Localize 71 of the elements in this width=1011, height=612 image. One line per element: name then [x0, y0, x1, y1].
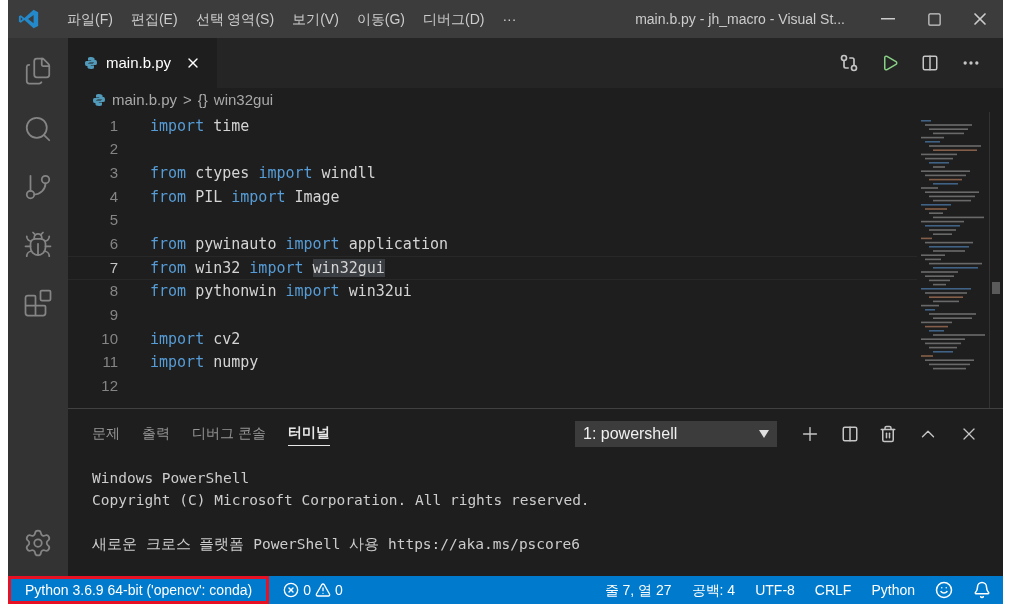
- menu-item[interactable]: 파일(F): [58, 8, 122, 30]
- menu-item[interactable]: 이동(G): [347, 8, 414, 30]
- menu-item[interactable]: 편집(E): [121, 8, 187, 30]
- line-number: 7: [108, 257, 118, 278]
- warning-icon: [314, 582, 331, 598]
- app-logo-icon: [18, 8, 40, 30]
- menu-item[interactable]: 디버그(D): [414, 8, 494, 30]
- code-line: import time: [150, 115, 250, 137]
- code-line: from PIL import Image: [150, 186, 340, 208]
- interpreter-item[interactable]: Python 3.6.9 64-bit ('opencv': conda): [8, 576, 270, 604]
- line-number: 10: [100, 328, 118, 349]
- scrollbar[interactable]: [989, 112, 1003, 408]
- error-icon: [283, 582, 300, 598]
- menu-item[interactable]: 보기(V): [283, 8, 348, 30]
- line-number: 2: [108, 139, 118, 160]
- line-number: 6: [108, 234, 118, 255]
- line-number: 5: [108, 210, 118, 231]
- code-line: from pythonwin import win32ui: [150, 281, 412, 303]
- panel-tab[interactable]: 문제: [92, 422, 120, 446]
- terminal-select[interactable]: 1: powershell: [575, 421, 777, 447]
- breadcrumb-item[interactable]: main.b.py: [112, 88, 178, 112]
- line-number: 12: [100, 376, 118, 397]
- source-control-icon[interactable]: [23, 172, 53, 202]
- minimize-icon: [881, 18, 895, 20]
- split-terminal-icon[interactable]: [841, 425, 859, 443]
- python-file-icon: [92, 93, 106, 107]
- settings-icon[interactable]: [23, 528, 53, 558]
- status-item[interactable]: CRLF: [814, 579, 852, 601]
- status-item[interactable]: 줄 7, 열 27: [604, 579, 672, 601]
- trash-icon[interactable]: [879, 425, 897, 443]
- editor-tab[interactable]: main.b.py: [68, 38, 218, 88]
- code-line: import numpy: [150, 352, 259, 374]
- search-icon[interactable]: [23, 114, 53, 144]
- code-line: from ctypes import windll: [150, 162, 376, 184]
- symbol-glyph: {}: [197, 89, 208, 110]
- line-number: 4: [108, 186, 118, 207]
- line-number: 3: [108, 162, 118, 183]
- status-item[interactable]: UTF-8: [755, 579, 795, 601]
- line-number: 8: [108, 281, 118, 302]
- status-item[interactable]: Python: [871, 579, 915, 601]
- breadcrumb-item[interactable]: win32gui: [213, 88, 274, 112]
- terminal-line: 새로운 크로스 플랫폼 PowerShell 사용 https://aka.ms/pscore6: [92, 535, 581, 554]
- code-line: import cv2: [150, 328, 241, 350]
- menu-item[interactable]: 선택 영역(S): [186, 8, 284, 30]
- window-title: main.b.py - jh_macro - Visual St...: [635, 9, 845, 29]
- problems-item[interactable]: 0 0: [283, 579, 343, 601]
- breadcrumb-separator: >: [183, 89, 192, 110]
- dropdown-caret-icon: [759, 430, 769, 438]
- panel-tab[interactable]: 터미널: [287, 422, 330, 446]
- maximize-icon: [926, 11, 942, 27]
- python-file-icon: [84, 56, 98, 70]
- panel-tab[interactable]: 출력: [142, 422, 170, 446]
- split-editor-icon[interactable]: [921, 54, 939, 72]
- line-number: 9: [108, 305, 118, 326]
- terminal-line: Copyright (C) Microsoft Corporation. All rights reserved.: [92, 491, 591, 510]
- compare-icon[interactable]: [839, 53, 859, 73]
- panel-tab[interactable]: 디버그 콘솔: [192, 422, 266, 446]
- bug-icon[interactable]: [23, 230, 53, 260]
- menu-item[interactable]: ···: [493, 8, 526, 30]
- smiley-icon[interactable]: [935, 581, 953, 599]
- line-number: 11: [101, 352, 118, 373]
- code-line: from win32 import win32gui: [150, 257, 385, 279]
- line-number: 1: [108, 115, 118, 136]
- files-icon[interactable]: [23, 56, 53, 86]
- extensions-icon[interactable]: [23, 288, 53, 318]
- run-icon[interactable]: [881, 54, 899, 72]
- status-item[interactable]: 공백: 4: [691, 579, 736, 601]
- terminal-line: Windows PowerShell: [92, 469, 251, 488]
- code-line: from pywinauto import application: [150, 234, 449, 256]
- terminal[interactable]: Windows PowerShell Copyright (C) Microsoft Corporation. All rights reserved. 새로운 크로스 플랫폼 PowerShell 사용 https://aka.ms/pscore6: [68, 459, 1003, 577]
- bell-icon[interactable]: [973, 581, 991, 599]
